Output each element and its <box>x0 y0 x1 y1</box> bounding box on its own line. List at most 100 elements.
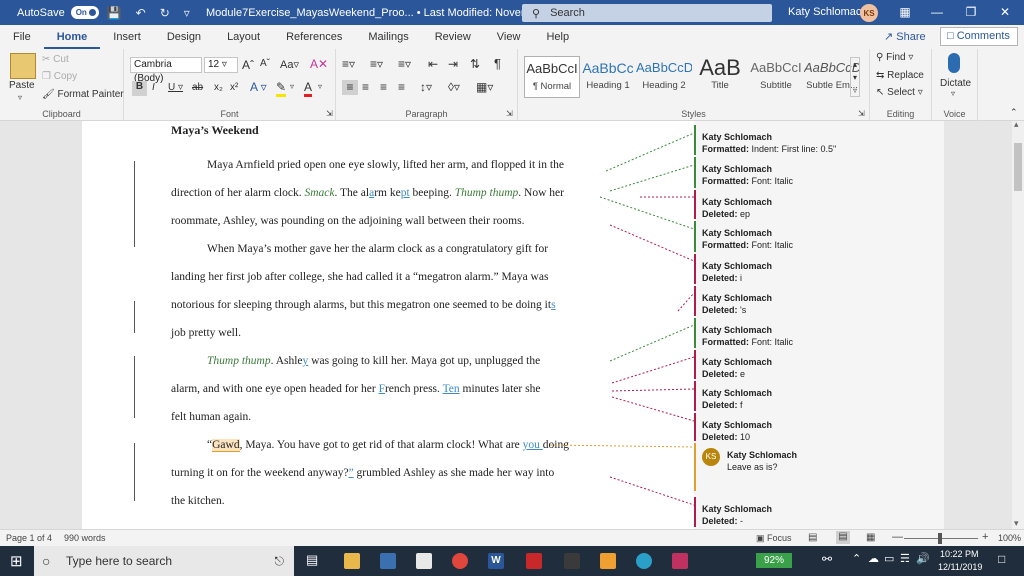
align-right-icon[interactable]: ≡ <box>380 80 387 94</box>
font-size-select[interactable]: 12 ▿ <box>204 57 238 73</box>
revision-balloon[interactable]: Katy Schlomach Formatted: Font: Italic <box>694 157 944 188</box>
focus-button[interactable]: ▣ Focus <box>756 533 792 544</box>
paste-icon[interactable] <box>10 53 36 79</box>
style-heading-1[interactable]: AaBbCc Heading 1 <box>580 56 636 98</box>
save-icon[interactable]: 💾 <box>107 6 122 20</box>
paste-dropdown-icon[interactable]: ▿ <box>18 93 22 102</box>
styles-gallery-scroll[interactable]: ▴ ▾ ▿ <box>850 57 860 97</box>
volume-icon[interactable]: 🔊 <box>916 552 930 565</box>
scroll-thumb[interactable] <box>1014 143 1022 191</box>
revision-balloon[interactable]: Katy Schlomach Deleted: f <box>694 381 944 411</box>
style-title[interactable]: AaB Title <box>692 56 748 98</box>
task-view-icon[interactable]: ▤ <box>306 552 318 568</box>
styles-dialog-launcher-icon[interactable]: ⇲ <box>858 109 865 118</box>
file-explorer-icon[interactable] <box>344 553 360 569</box>
taskbar-search[interactable]: ○ Type here to search ⎋ <box>34 546 294 576</box>
multilevel-list-icon[interactable]: ≡▿ <box>398 57 411 71</box>
restore-icon[interactable]: ❐ <box>958 3 984 21</box>
style-normal[interactable]: AaBbCcI ¶ Normal <box>524 56 580 98</box>
tab-review[interactable]: Review <box>422 25 484 49</box>
comment-balloon[interactable]: KS Katy Schlomach Leave as is? <box>694 443 944 491</box>
collapse-ribbon-icon[interactable]: ⌃ <box>1010 107 1018 118</box>
close-icon[interactable]: ✕ <box>992 3 1018 21</box>
zoom-slider-thumb[interactable] <box>938 533 942 544</box>
align-left-icon[interactable]: ≡ <box>342 80 358 95</box>
undo-icon[interactable]: ↶ <box>136 6 146 20</box>
format-painter-button[interactable]: 🖌 Format Painter <box>42 89 124 100</box>
microphone-icon[interactable]: ⎋ <box>275 546 285 576</box>
tab-design[interactable]: Design <box>154 25 214 49</box>
underline-icon[interactable]: U ▿ <box>168 82 183 93</box>
network-icon[interactable]: ☴ <box>900 552 910 565</box>
cut-button[interactable]: ✂ Cut <box>42 54 69 65</box>
scroll-down-icon[interactable]: ▾ <box>1014 518 1019 529</box>
chrome-icon[interactable] <box>452 553 468 569</box>
dictate-button[interactable]: Dictate <box>940 78 971 89</box>
tab-mailings[interactable]: Mailings <box>355 25 421 49</box>
borders-icon[interactable]: ▦▿ <box>476 80 493 94</box>
revision-balloon[interactable]: Katy Schlomach Deleted: 10 <box>694 413 944 442</box>
tab-help[interactable]: Help <box>533 25 582 49</box>
revision-balloon[interactable]: Katy Schlomach Deleted: i <box>694 254 944 284</box>
clock-time[interactable]: 10:22 PM <box>940 549 979 559</box>
text-effects-icon[interactable]: A ▿ <box>250 80 267 94</box>
tab-insert[interactable]: Insert <box>100 25 154 49</box>
superscript-icon[interactable]: x² <box>230 82 238 93</box>
word-count[interactable]: 990 words <box>64 533 106 543</box>
notifications-icon[interactable]: □ <box>998 552 1005 566</box>
font-dialog-launcher-icon[interactable]: ⇲ <box>326 109 333 118</box>
battery-indicator[interactable]: 92% <box>756 553 792 568</box>
tab-file[interactable]: File <box>0 25 44 49</box>
font-color-icon[interactable]: A <box>304 80 313 97</box>
revision-balloon[interactable]: Katy Schlomach Formatted: Font: Italic <box>694 221 944 252</box>
tab-home[interactable]: Home <box>43 25 101 49</box>
word-icon[interactable]: W <box>488 553 504 569</box>
sort-icon[interactable]: ⇅ <box>470 57 480 71</box>
paragraph-dialog-launcher-icon[interactable]: ⇲ <box>506 109 513 118</box>
acrobat-icon[interactable] <box>526 553 542 569</box>
tab-view[interactable]: View <box>484 25 534 49</box>
search-box[interactable]: ⚲ Search <box>522 4 772 22</box>
increase-indent-icon[interactable]: ⇥ <box>448 57 458 71</box>
scroll-up-icon[interactable]: ▴ <box>1014 119 1019 130</box>
zoom-in-icon[interactable]: + <box>982 531 988 543</box>
strikethrough-icon[interactable]: ab <box>192 82 203 93</box>
revision-balloon[interactable]: Katy Schlomach Deleted: 's <box>694 286 944 316</box>
zoom-out-icon[interactable]: — <box>892 531 903 543</box>
change-case-icon[interactable]: Aa▿ <box>280 58 299 71</box>
italic-icon[interactable]: I <box>152 82 155 93</box>
document-page[interactable]: Maya’s Weekend Maya Arnfield pried open … <box>82 121 694 529</box>
highlight-dropdown-icon[interactable]: ▿ <box>290 82 294 91</box>
decrease-indent-icon[interactable]: ⇤ <box>428 57 438 71</box>
bullets-icon[interactable]: ≡▿ <box>342 57 355 71</box>
subscript-icon[interactable]: x₂ <box>214 82 223 93</box>
grow-font-icon[interactable]: Aˆ <box>242 58 254 72</box>
share-button[interactable]: ↗ Share <box>884 28 926 46</box>
paste-button[interactable]: Paste <box>9 80 35 91</box>
microphone-icon[interactable] <box>948 53 960 73</box>
autosave-toggle[interactable]: On <box>70 6 99 19</box>
battery-icon[interactable]: ▭ <box>884 552 894 565</box>
app-icon[interactable] <box>600 553 616 569</box>
justify-icon[interactable]: ≡ <box>398 80 405 94</box>
vertical-scrollbar[interactable]: ▴ ▾ <box>1012 119 1024 529</box>
kindle-icon[interactable] <box>564 553 580 569</box>
minimize-icon[interactable]: — <box>924 3 950 21</box>
app-icon[interactable] <box>636 553 652 569</box>
copy-button[interactable]: ❐ Copy <box>42 71 77 82</box>
windows-start-icon[interactable]: ⊞ <box>10 552 23 570</box>
chevron-up-icon[interactable]: ⌃ <box>852 552 861 565</box>
style-subtitle[interactable]: AaBbCcI Subtitle <box>748 56 804 98</box>
line-spacing-icon[interactable]: ↕▿ <box>420 80 432 94</box>
app-icon[interactable] <box>672 553 688 569</box>
revision-balloon[interactable]: Katy Schlomach Deleted: e <box>694 350 944 379</box>
font-name-select[interactable]: Cambria (Body) <box>130 57 202 84</box>
comments-button[interactable]: □ Comments <box>940 27 1018 46</box>
document-title[interactable]: Module7Exercise_MayasWeekend_Proo... • L… <box>206 6 574 19</box>
align-center-icon[interactable]: ≡ <box>362 80 369 94</box>
customize-qat-icon[interactable]: ▿ <box>184 6 190 20</box>
page-count[interactable]: Page 1 of 4 <box>6 533 52 543</box>
clear-formatting-icon[interactable]: A✕ <box>310 57 328 71</box>
user-name[interactable]: Katy Schlomach <box>788 6 867 18</box>
onedrive-icon[interactable]: ☁ <box>868 552 879 565</box>
